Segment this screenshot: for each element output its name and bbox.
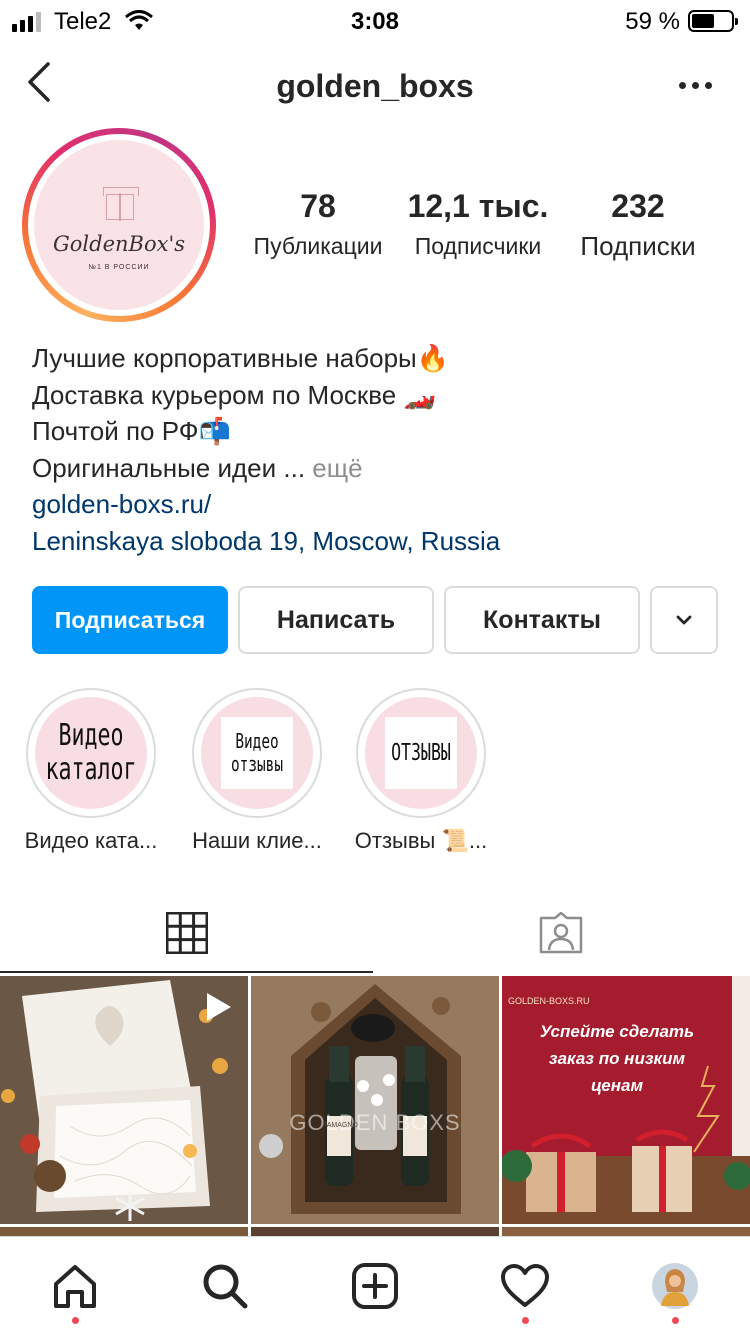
more-horizontal-icon: [679, 82, 686, 89]
post-thumbnail[interactable]: GOLDEN-BOXS.RU Успейте сделать заказ по …: [502, 976, 750, 1224]
battery-icon: [688, 10, 738, 32]
nav-profile[interactable]: [650, 1261, 700, 1311]
avatar-tagline: №1 В РОССИИ: [88, 264, 150, 271]
highlight-video-catalog[interactable]: Видео каталог Видео ката...: [25, 688, 157, 853]
post-headline: Успейте сделать заказ по низким ценам: [539, 1022, 695, 1095]
highlight-cover-text: отзывы: [230, 752, 284, 776]
page-title: golden_boxs: [276, 68, 474, 104]
stat-label: Подписчики: [414, 233, 542, 259]
nav-search[interactable]: [200, 1261, 250, 1311]
battery-percent: 59 %: [625, 8, 680, 35]
post-thumbnail[interactable]: [251, 1227, 499, 1236]
highlight-cover: ОТЗЫВЫ: [365, 697, 477, 809]
avatar-brand-text: GoldenBox's: [53, 232, 185, 256]
posts-grid: GOLDEN BOXS TAMAGNO GOLDEN-BOXS.RU Успей…: [0, 976, 750, 1236]
highlight-cover-text: Видео: [58, 717, 124, 753]
bio-line: Почтой по РФ📬: [32, 416, 231, 446]
bottom-navigation: [0, 1236, 750, 1334]
new-post-icon: [352, 1263, 398, 1309]
status-bar: Tele2 3:08 59 %: [0, 0, 750, 40]
bio-line: Доставка курьером по Москве 🏎️: [32, 379, 436, 410]
highlight-cover-text: Видео: [235, 729, 279, 753]
gift-icon: [103, 187, 139, 221]
grid-icon: [165, 911, 209, 955]
nav-new-post[interactable]: [350, 1261, 400, 1311]
bio-line: Оригинальные идеи ... ещё: [32, 450, 500, 487]
stat-posts[interactable]: 78 Публикации: [238, 188, 398, 260]
website-link[interactable]: golden-boxs.ru/: [32, 486, 500, 523]
post-thumbnail[interactable]: [502, 1227, 750, 1236]
tagged-person-icon: [539, 911, 583, 954]
tab-posts-grid[interactable]: [165, 911, 209, 959]
post-thumbnail[interactable]: [0, 1227, 248, 1236]
active-tab-indicator: [0, 971, 373, 973]
bio-line-text: Оригинальные идеи ...: [32, 452, 306, 483]
search-icon: [203, 1264, 248, 1309]
stat-value: 12,1 тыс.: [407, 188, 549, 224]
address-link[interactable]: Leninskaya sloboda 19, Moscow, Russia: [32, 523, 500, 560]
highlight-cover: Видео каталог: [35, 697, 147, 809]
nav-home[interactable]: [50, 1261, 100, 1311]
profile-bio: Лучшие корпоративные наборы🔥 Доставка ку…: [32, 340, 500, 559]
profile-avatar-icon: [652, 1263, 698, 1309]
highlight-label: Отзывы 📜...: [354, 828, 488, 853]
stat-value: 232: [611, 188, 665, 224]
highlight-label: Видео ката...: [24, 828, 158, 853]
message-button[interactable]: Написать: [238, 586, 434, 654]
site-label: GOLDEN-BOXS.RU: [508, 996, 590, 1006]
home-icon: [54, 1265, 96, 1308]
more-options-button[interactable]: [679, 82, 712, 89]
nav-activity[interactable]: [500, 1261, 550, 1311]
bio-line: Лучшие корпоративные наборы🔥: [32, 343, 450, 373]
stat-followers[interactable]: 12,1 тыс. Подписчики: [400, 188, 556, 260]
watermark-text: GOLDEN BOXS: [289, 1110, 461, 1135]
chevron-down-icon: [676, 615, 692, 625]
profile-tabs: [0, 900, 750, 974]
tab-tagged[interactable]: [538, 911, 584, 959]
stat-value: 78: [300, 188, 336, 224]
highlight-reviews[interactable]: ОТЗЫВЫ Отзывы 📜...: [355, 688, 487, 853]
stat-label: Подписки: [580, 231, 696, 261]
highlight-label: Наши клие...: [192, 828, 322, 853]
suggested-accounts-button[interactable]: [650, 586, 718, 654]
stat-following[interactable]: 232 Подписки: [560, 188, 716, 262]
avatar-story-ring[interactable]: GoldenBox's №1 В РОССИИ: [22, 128, 216, 322]
highlight-cover: Видео отзывы: [201, 697, 313, 809]
post-image: [502, 976, 750, 1224]
follow-button[interactable]: Подписаться: [32, 586, 228, 654]
notification-dot: [72, 1317, 79, 1324]
avatar: GoldenBox's №1 В РОССИИ: [34, 140, 204, 310]
stat-label: Публикации: [253, 233, 383, 259]
highlight-cover-text: каталог: [45, 752, 137, 787]
play-icon: [207, 993, 231, 1021]
activity-heart-icon: [501, 1264, 549, 1307]
notification-dot: [672, 1317, 679, 1324]
profile-header: golden_boxs: [0, 50, 750, 120]
post-thumbnail[interactable]: GOLDEN BOXS TAMAGNO: [251, 976, 499, 1224]
notification-dot: [522, 1317, 529, 1324]
highlight-cover-text: ОТЗЫВЫ: [391, 739, 451, 766]
battery-level: [692, 14, 714, 28]
post-thumbnail[interactable]: [0, 976, 248, 1224]
bio-more-link[interactable]: ещё: [312, 453, 362, 483]
bottle-label: TAMAGNO: [323, 1122, 358, 1129]
contacts-button[interactable]: Контакты: [444, 586, 640, 654]
post-image: [251, 976, 499, 1224]
highlight-client-reviews[interactable]: Видео отзывы Наши клие...: [192, 688, 322, 853]
